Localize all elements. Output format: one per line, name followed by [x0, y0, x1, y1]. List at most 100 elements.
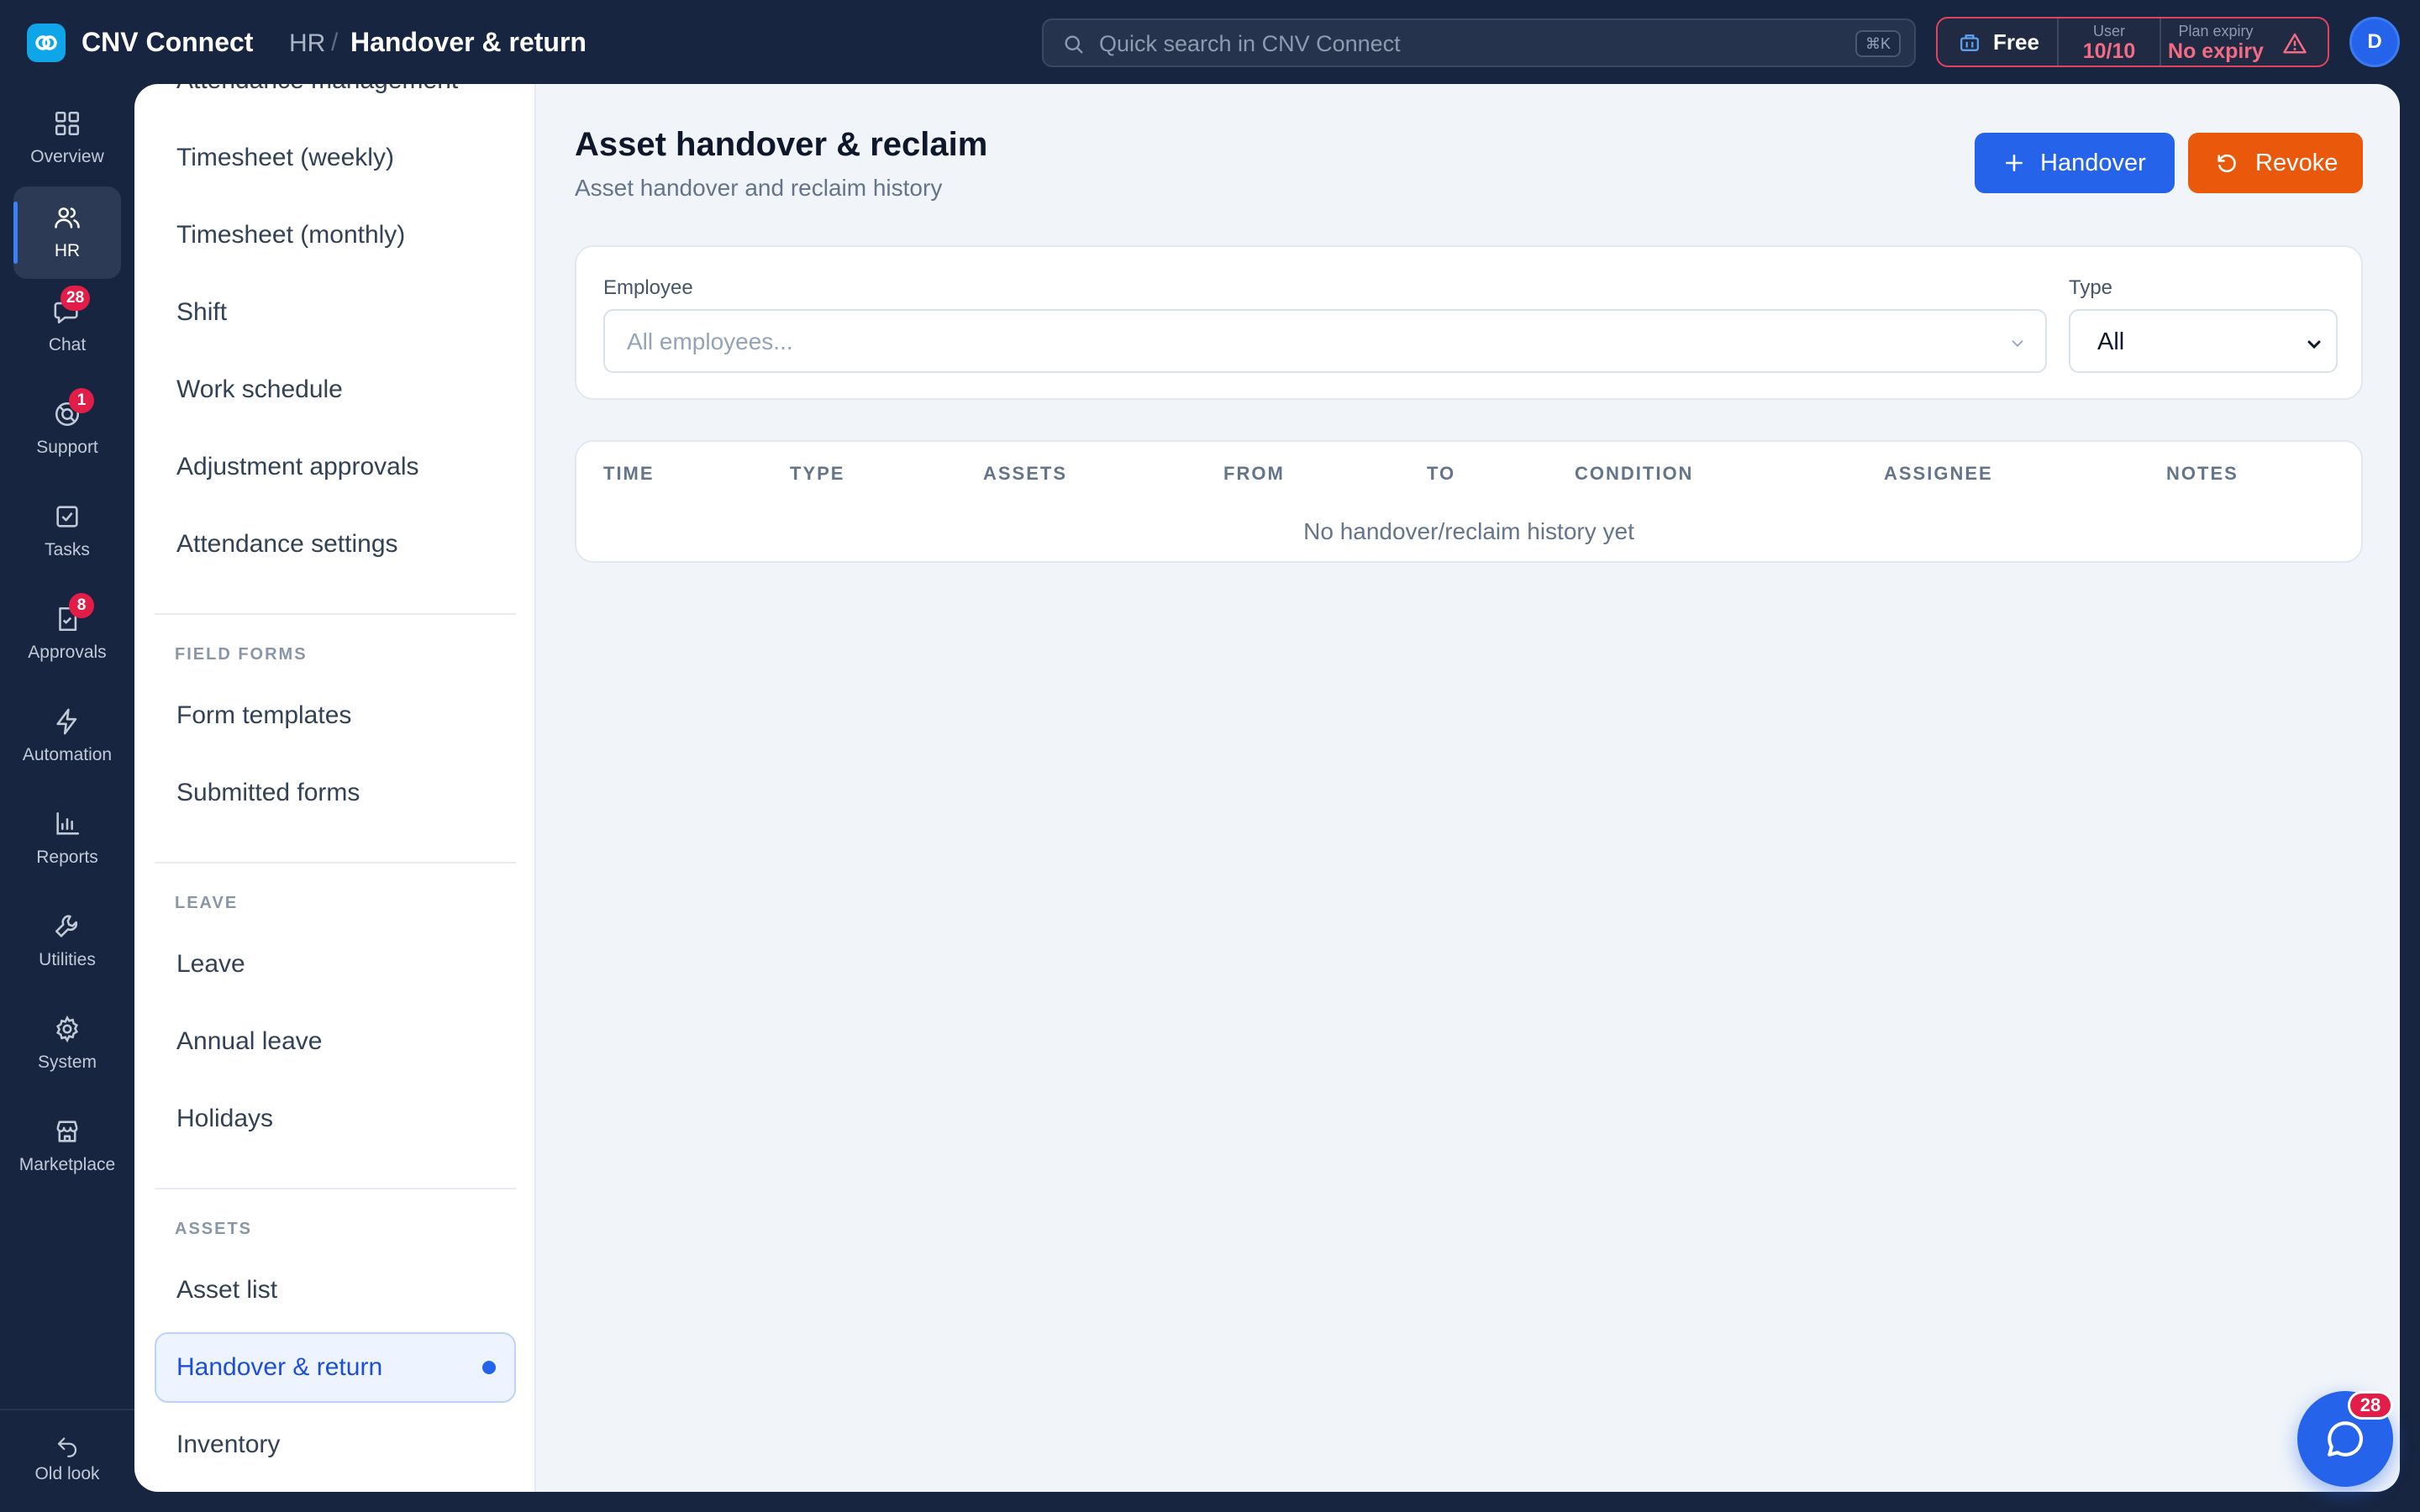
app-name[interactable]: CNV Connect: [82, 25, 253, 59]
main-content: Asset handover & reclaim Asset handover …: [536, 84, 2400, 1492]
breadcrumb-separator: /: [331, 29, 339, 56]
rail-item-hr[interactable]: HR: [13, 186, 121, 279]
rail-label: Approvals: [28, 643, 107, 662]
rail-item-support[interactable]: 1 Support: [13, 383, 121, 475]
top-bar: CNV Connect HR / Handover & return Quick…: [0, 0, 2420, 84]
search-icon: [1065, 35, 1083, 54]
user-avatar[interactable]: D: [2349, 17, 2400, 67]
chat-fab-badge: 28: [2348, 1391, 2393, 1420]
search-placeholder: Quick search in CNV Connect: [1099, 31, 1401, 56]
divider: [155, 613, 516, 615]
employee-label: Employee: [603, 276, 693, 299]
rail-item-utilities[interactable]: Utilities: [13, 895, 121, 988]
wrench-icon: [55, 915, 78, 937]
revoke-button-label: Revoke: [2255, 150, 2338, 176]
search-input[interactable]: Quick search in CNV Connect ⌘K: [1042, 18, 1916, 67]
page-title: Asset handover & reclaim: [575, 126, 988, 163]
undo-icon: [57, 1437, 77, 1457]
plan-expiry-label: Plan expiry: [2178, 23, 2254, 39]
plan-user-value: 10/10: [2082, 39, 2136, 63]
section-title-leave: LEAVE: [175, 894, 239, 912]
rail-item-automation[interactable]: Automation: [13, 690, 121, 783]
rail-label: Overview: [30, 147, 104, 166]
plus-icon: [2006, 155, 2023, 171]
chevron-down-icon: [2012, 340, 2023, 348]
users-icon: [55, 207, 80, 228]
rail-item-system[interactable]: System: [13, 998, 121, 1090]
column-header-assignee: ASSIGNEE: [1884, 463, 1993, 484]
plan-badge[interactable]: Free: [1938, 18, 2059, 66]
bar-chart-icon: [56, 811, 80, 835]
subnav-item-annual-leave[interactable]: Annual leave: [155, 1006, 516, 1077]
subnav-item-holidays[interactable]: Holidays: [155, 1084, 516, 1154]
section-title-assets: ASSETS: [175, 1220, 253, 1238]
logo-icon: [35, 35, 57, 50]
rail-label: Tasks: [45, 540, 90, 559]
chat-count-badge: 28: [60, 286, 91, 311]
divider: [155, 862, 516, 864]
column-header-time: TIME: [603, 463, 655, 484]
subnav-item-asset-list[interactable]: Asset list: [155, 1255, 516, 1326]
hr-subnav: Attendance management Timesheet (weekly)…: [134, 84, 536, 1492]
subnav-item-adjustment-approvals[interactable]: Adjustment approvals: [155, 432, 516, 502]
app-logo[interactable]: [27, 24, 66, 62]
page-subtitle: Asset handover and reclaim history: [575, 175, 943, 201]
old-look-label: Old look: [34, 1464, 100, 1483]
type-select[interactable]: All: [2069, 309, 2338, 373]
support-count-badge: 1: [69, 388, 94, 413]
subnav-item-inventory[interactable]: Inventory: [155, 1410, 516, 1480]
column-header-condition: CONDITION: [1575, 463, 1694, 484]
subnav-item-handover-return[interactable]: Handover & return: [155, 1332, 516, 1403]
subnav-item-timesheet-monthly[interactable]: Timesheet (monthly): [155, 200, 516, 270]
filter-card: Employee All employees... Type All: [575, 245, 2363, 400]
type-value: All: [2097, 328, 2125, 355]
rail-label: Support: [36, 438, 98, 457]
rail-label: Chat: [48, 335, 87, 354]
rail-item-tasks[interactable]: Tasks: [13, 486, 121, 578]
subnav-item-shift[interactable]: Shift: [155, 277, 516, 348]
rail-label: HR: [54, 241, 81, 260]
rail-label: Reports: [36, 848, 98, 867]
subnav-item-label: Handover & return: [176, 1353, 383, 1381]
revoke-button[interactable]: Revoke: [2188, 133, 2363, 193]
rail-label: Marketplace: [18, 1155, 116, 1174]
chevron-down-icon: [2307, 340, 2321, 349]
plan-expiry-value: No expiry: [2168, 39, 2264, 63]
column-header-notes: NOTES: [2166, 463, 2238, 484]
subnav-item-timesheet-weekly[interactable]: Timesheet (weekly): [155, 123, 516, 193]
plan-status[interactable]: Free User 10/10 Plan expiry No expiry: [1936, 17, 2329, 67]
subnav-item-attendance-settings[interactable]: Attendance settings: [155, 509, 516, 580]
plan-name: Free: [1993, 29, 2039, 55]
grid-icon: [55, 111, 80, 136]
rail-label: Automation: [22, 745, 113, 764]
subnav-item-leave[interactable]: Leave: [155, 929, 516, 1000]
rail-item-overview[interactable]: Overview: [13, 92, 121, 185]
store-icon: [56, 1121, 78, 1142]
subnav-item-work-schedule[interactable]: Work schedule: [155, 354, 516, 425]
building-icon: [1960, 34, 1979, 51]
employee-select[interactable]: All employees...: [603, 309, 2047, 373]
rail-item-approvals[interactable]: 8 Approvals: [13, 588, 121, 680]
column-header-from: FROM: [1223, 463, 1285, 484]
breadcrumb-hr[interactable]: HR: [289, 27, 325, 60]
column-header-type: TYPE: [790, 463, 845, 484]
gear-icon: [55, 1015, 79, 1043]
type-label: Type: [2069, 276, 2113, 299]
handover-button[interactable]: Handover: [1975, 133, 2175, 193]
rail-label: Utilities: [39, 950, 96, 969]
rail-item-reports[interactable]: Reports: [13, 793, 121, 885]
active-indicator-dot: [482, 1361, 496, 1374]
section-title-field-forms: FIELD FORMS: [175, 645, 308, 664]
rail-item-chat[interactable]: 28 Chat: [13, 281, 121, 373]
old-look-button[interactable]: Old look: [0, 1409, 134, 1512]
history-table: TIME TYPE ASSETS FROM TO CONDITION ASSIG…: [575, 440, 2363, 563]
task-check-icon: [56, 506, 78, 528]
handover-button-label: Handover: [2040, 150, 2146, 176]
subnav-item-form-templates[interactable]: Form templates: [155, 680, 516, 751]
plan-user-label: User: [2092, 23, 2125, 39]
rail-item-marketplace[interactable]: Marketplace: [13, 1100, 121, 1193]
subnav-item-attendance-management[interactable]: Attendance management: [155, 84, 516, 116]
empty-state-message: No handover/reclaim history yet: [1303, 518, 1634, 544]
column-header-to: TO: [1427, 463, 1456, 484]
subnav-item-submitted-forms[interactable]: Submitted forms: [155, 758, 516, 828]
